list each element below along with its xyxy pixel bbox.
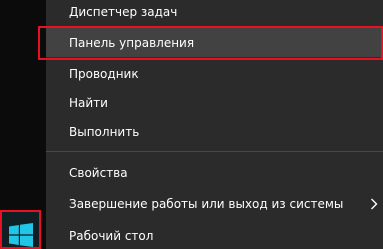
chevron-right-icon bbox=[371, 198, 378, 209]
menu-item-label: Диспетчер задач bbox=[69, 4, 178, 19]
menu-item-properties[interactable]: Свойства bbox=[46, 158, 383, 187]
start-button[interactable] bbox=[0, 210, 41, 249]
menu-divider bbox=[46, 151, 383, 152]
menu-item-task-manager[interactable]: Диспетчер задач bbox=[46, 0, 383, 26]
winx-context-menu: Диспетчер задач Панель управления Провод… bbox=[46, 0, 383, 249]
menu-item-search[interactable]: Найти bbox=[46, 88, 383, 117]
menu-item-label: Панель управления bbox=[69, 35, 195, 50]
menu-item-label: Проводник bbox=[69, 66, 139, 81]
windows-logo-icon bbox=[9, 223, 33, 247]
menu-item-label: Свойства bbox=[69, 165, 128, 180]
menu-item-label: Выполнить bbox=[69, 124, 140, 139]
menu-item-shutdown-signout[interactable]: Завершение работы или выход из системы bbox=[46, 189, 383, 218]
menu-item-explorer[interactable]: Проводник bbox=[46, 59, 383, 88]
menu-item-label: Завершение работы или выход из системы bbox=[69, 196, 344, 211]
menu-item-run[interactable]: Выполнить bbox=[46, 117, 383, 146]
menu-item-label: Найти bbox=[69, 95, 108, 110]
menu-item-control-panel[interactable]: Панель управления bbox=[46, 28, 383, 57]
menu-item-desktop[interactable]: Рабочий стол bbox=[46, 221, 383, 249]
menu-item-label: Рабочий стол bbox=[69, 228, 154, 243]
